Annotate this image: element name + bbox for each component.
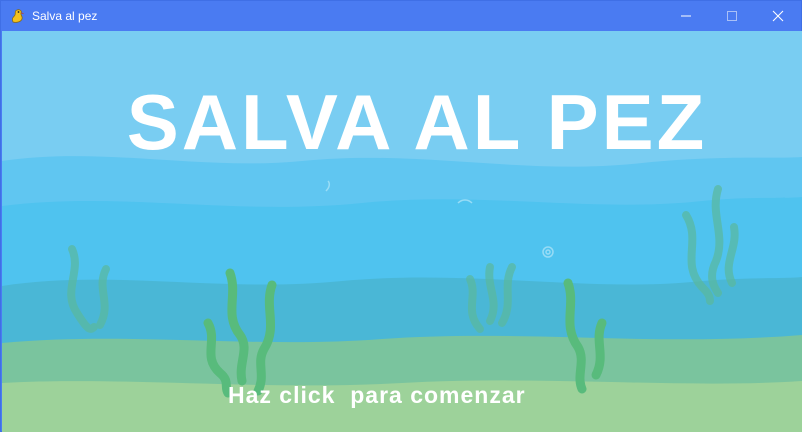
minimize-icon: [681, 15, 691, 17]
start-prompt[interactable]: Haz click para comenzar: [228, 381, 526, 409]
window-title: Salva al pez: [32, 9, 98, 23]
minimize-button[interactable]: [663, 1, 709, 31]
close-button[interactable]: [755, 1, 801, 31]
game-window: Salva al pez SALVA AL PEZ Haz click para…: [0, 0, 802, 432]
maximize-button[interactable]: [709, 1, 755, 31]
pygame-snake-icon: [11, 9, 24, 23]
game-title: SALVA AL PEZ: [126, 78, 708, 166]
game-canvas[interactable]: SALVA AL PEZ Haz click para comenzar: [2, 31, 802, 432]
title-bar[interactable]: Salva al pez: [1, 1, 801, 31]
maximize-icon: [727, 11, 737, 21]
close-icon: [772, 10, 784, 22]
